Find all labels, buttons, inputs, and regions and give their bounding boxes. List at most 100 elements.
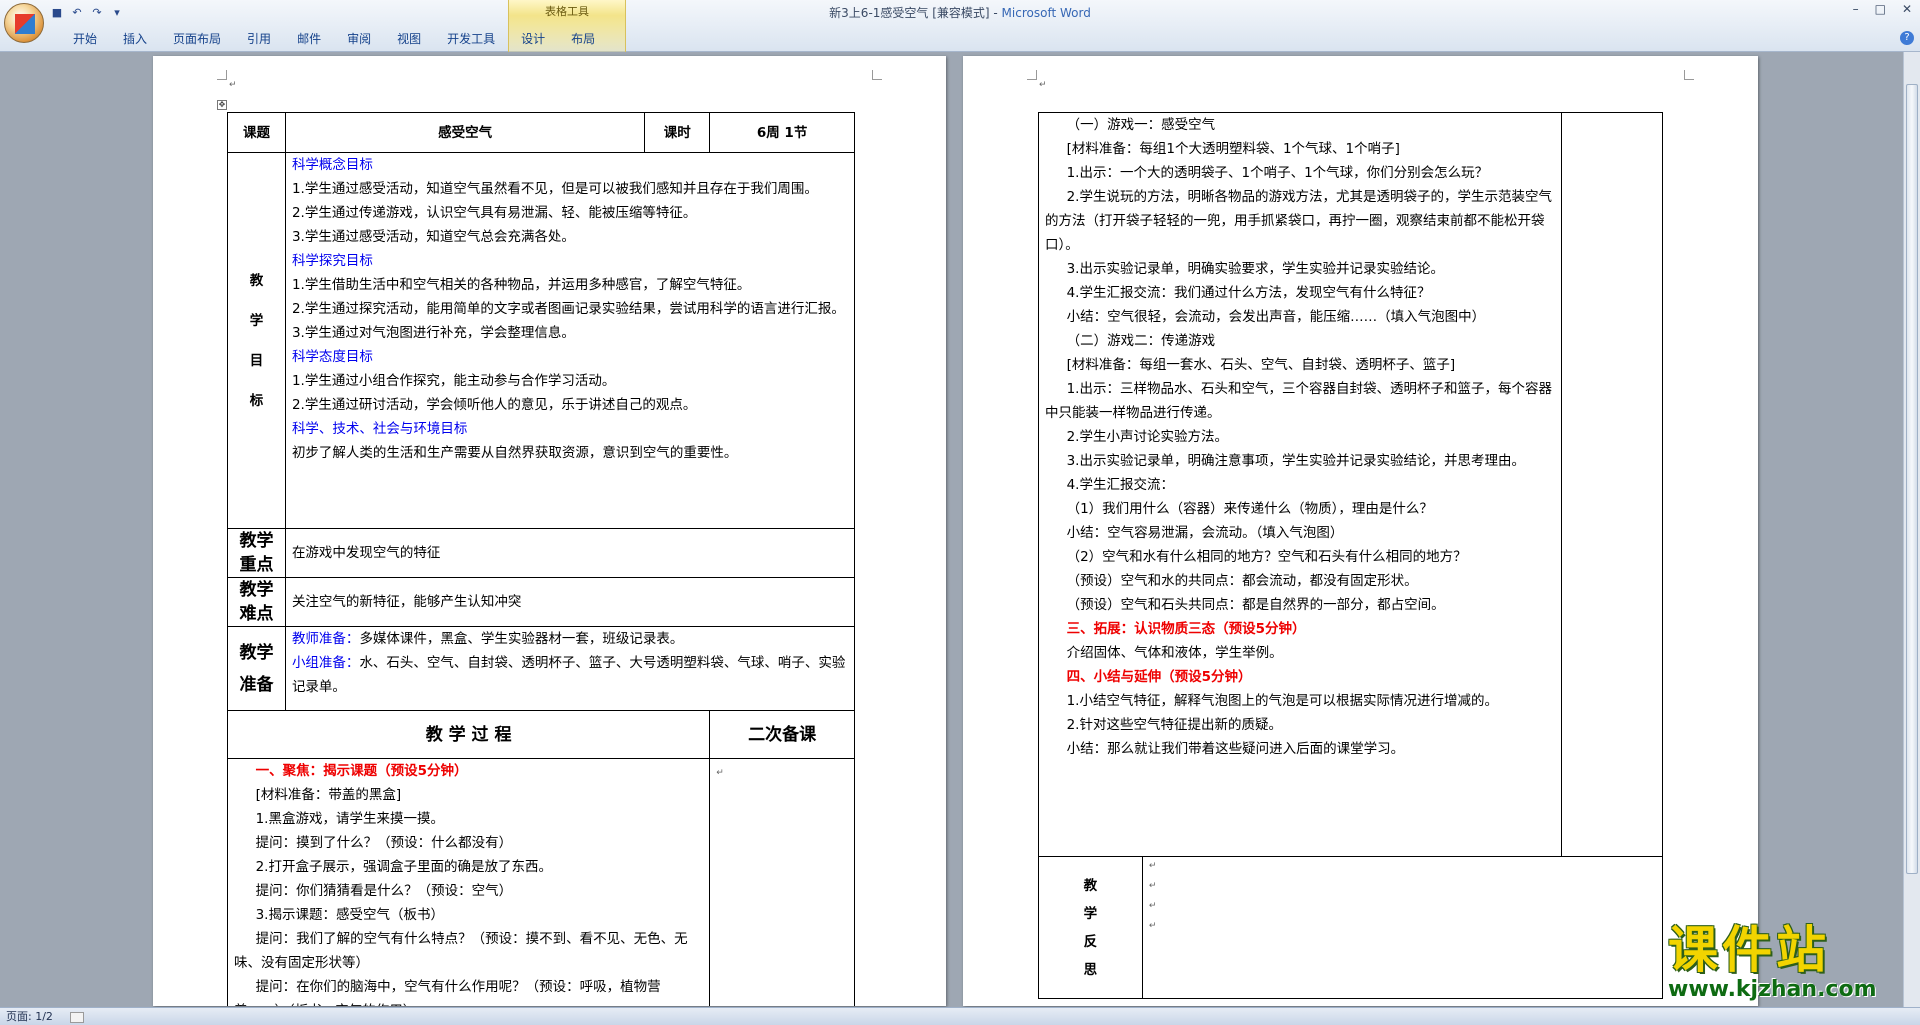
ribbon-tab[interactable]: 开始 — [60, 30, 110, 48]
section-heading: 科学、技术、社会与环境目标 — [291, 421, 468, 437]
paragraph: 1.学生通过小组合作探究，能主动参与合作学习活动。 — [291, 373, 616, 389]
ribbon-tab[interactable]: 布局 — [558, 30, 608, 48]
paragraph: 3.出示实验记录单，明确实验要求，学生实验并记录实验结论。 — [1066, 261, 1444, 277]
paragraph: 1.出示：一个大的透明袋子、1个哨子、1个气球，你们分别会怎么玩？ — [1066, 165, 1489, 181]
paragraph: 3.学生通过对气泡图进行补充，学会整理信息。 — [291, 325, 575, 341]
second-prep-continued-cell[interactable] — [1561, 112, 1663, 857]
paragraph: （1）我们用什么（容器）来传递什么（物质），理由是什么？ — [1066, 501, 1433, 517]
watermark-logo: 课件站 www.kjzhan.com — [1668, 922, 1904, 1006]
crop-mark — [1684, 70, 1694, 80]
window-controls: – □ ✕ — [1853, 2, 1912, 16]
app-name: Microsoft Word — [1001, 6, 1091, 20]
paragraph-mark: ↵ — [1148, 901, 1157, 911]
paragraph: 1.黑盒游戏，请学生来摸一摸。 — [255, 811, 444, 827]
paragraph-mark: ↵ — [1148, 861, 1157, 871]
label-char: 教 — [249, 272, 264, 289]
topic-value: 感受空气 — [284, 112, 646, 153]
difficulty-value[interactable]: 关注空气的新特征，能够产生认知冲突 — [284, 577, 856, 627]
reflection-label: 教学反思 — [1038, 856, 1143, 999]
watermark-url: www.kjzhan.com — [1668, 977, 1877, 1002]
close-icon[interactable]: ✕ — [1902, 2, 1912, 16]
ribbon-tab[interactable]: 设计 — [508, 30, 558, 48]
vertical-scrollbar[interactable] — [1903, 52, 1920, 1007]
process-continued-cell[interactable]: （一）游戏一：感受空气 [材料准备：每组1个大透明塑料袋、1个气球、1个哨子] 1.… — [1037, 112, 1563, 857]
paragraph-mark: ↵ — [716, 768, 724, 778]
label-char: 反 — [1083, 933, 1098, 950]
lesson-table: 课题 感受空气 课时 6周 1节 教学目标 科学概念目标 1.学生通过感受活动，知… — [226, 112, 856, 1006]
paragraph-mark: ↵ — [1148, 921, 1157, 931]
paragraph: 2.学生小声讨论实验方法。 — [1066, 429, 1228, 445]
label-char: 教 — [1083, 877, 1098, 894]
key-value[interactable]: 在游戏中发现空气的特征 — [284, 528, 856, 578]
stage-heading: 四、小结与延伸（预设5分钟） — [1066, 669, 1252, 685]
paragraph: 2.学生通过探究活动，能用简单的文字或者图画记录实验结果，尝试用科学的语言进行汇… — [291, 301, 845, 317]
paragraph: （预设）空气和石头共同点：都是自然界的一部分，都占空间。 — [1066, 597, 1445, 613]
paragraph: 4.学生汇报交流： — [1066, 477, 1174, 493]
second-prep-cell[interactable]: ↵ — [709, 758, 855, 1006]
lesson-table-continued: （一）游戏一：感受空气 [材料准备：每组1个大透明塑料袋、1个气球、1个哨子] 1.… — [1037, 112, 1664, 999]
paragraph: 介绍固体、气体和液体，学生举例。 — [1066, 645, 1283, 661]
goals-cell[interactable]: 科学概念目标 1.学生通过感受活动，知道空气虽然看不见，但是可以被我们感知并且存在… — [284, 152, 856, 529]
paragraph: 提问：你们猜猜看是什么？（预设：空气） — [255, 883, 513, 899]
ribbon-tabs: 开始 插入 页面布局 引用 邮件 审阅 视图 开发工具 设计 布局 — [60, 30, 608, 48]
paragraph: [材料准备：带盖的黑盒] — [255, 787, 402, 803]
prep-cell[interactable]: 教师准备：多媒体课件，黑盒、学生实验器材一套，班级记录表。 小组准备：水、石头、… — [284, 626, 856, 711]
goals-row: 教学目标 科学概念目标 1.学生通过感受活动，知道空气虽然看不见，但是可以被我们感… — [227, 152, 856, 529]
stage-heading: 一、聚焦：揭示课题（预设5分钟） — [255, 763, 468, 779]
paragraph: 2.学生通过研讨活动，学会倾听他人的意见，乐于讲述自己的观点。 — [291, 397, 697, 413]
prep-row: 教学准备 教师准备：多媒体课件，黑盒、学生实验器材一套，班级记录表。 小组准备：… — [227, 626, 856, 711]
table-move-handle-icon[interactable]: ✥ — [217, 100, 227, 110]
watermark-main: 课件站 — [1668, 921, 1830, 979]
paragraph: 1.小结空气特征，解释气泡图上的气泡是可以根据实际情况进行增减的。 — [1066, 693, 1498, 709]
section-heading: 科学探究目标 — [291, 253, 373, 269]
section-heading: 科学概念目标 — [291, 157, 373, 173]
paragraph: （2）空气和水有什么相同的地方？空气和石头有什么相同的地方？ — [1066, 549, 1467, 565]
process-cell[interactable]: 一、聚焦：揭示课题（预设5分钟） [材料准备：带盖的黑盒] 1.黑盒游戏，请学生来摸… — [226, 758, 711, 1006]
paragraph: 提问：我们了解的空气有什么特点？（预设：摸不到、看不见、无色、无味、没有固定形状… — [234, 931, 688, 971]
minimize-icon[interactable]: – — [1853, 2, 1859, 16]
paragraph: 3.学生通过感受活动，知道空气总会充满各处。 — [291, 229, 575, 245]
reflection-row: 教学反思 ↵ ↵ ↵ ↵ — [1038, 856, 1664, 999]
label-char: 目 — [249, 352, 264, 369]
paragraph: 初步了解人类的生活和生产需要从自然界获取资源，意识到空气的重要性。 — [291, 445, 738, 461]
goals-label: 教学目标 — [227, 152, 286, 529]
process-continued-row: （一）游戏一：感受空气 [材料准备：每组1个大透明塑料袋、1个气球、1个哨子] 1.… — [1037, 112, 1663, 857]
reflection-cell[interactable]: ↵ ↵ ↵ ↵ — [1141, 856, 1664, 999]
process-row: 一、聚焦：揭示课题（预设5分钟） [材料准备：带盖的黑盒] 1.黑盒游戏，请学生来摸… — [226, 758, 855, 1006]
label-char: 学 — [1083, 905, 1098, 922]
page-indicator[interactable]: 页面: 1/2 — [6, 1010, 53, 1023]
scrollbar-thumb[interactable] — [1906, 84, 1918, 874]
help-icon[interactable]: ? — [1900, 31, 1914, 45]
difficulty-label: 教学难点 — [227, 577, 286, 627]
label-char: 思 — [1083, 961, 1098, 978]
paragraph: 2.学生通过传递游戏，认识空气具有易泄漏、轻、能被压缩等特征。 — [291, 205, 697, 221]
ribbon-tab[interactable]: 视图 — [384, 30, 434, 48]
prep-teacher-heading: 教师准备： — [291, 631, 360, 647]
section-heading: 科学态度目标 — [291, 349, 373, 365]
process-label: 教 学 过 程 — [226, 710, 711, 759]
maximize-icon[interactable]: □ — [1875, 2, 1886, 16]
paragraph: （预设）空气和水的共同点：都会流动，都没有固定形状。 — [1066, 573, 1418, 589]
process-header-row: 教 学 过 程 二次备课 — [226, 710, 855, 759]
ribbon-tab[interactable]: 插入 — [110, 30, 160, 48]
proofing-icon[interactable] — [70, 1011, 85, 1023]
label-char: 学 — [249, 312, 264, 329]
paragraph: 2.打开盒子展示，强调盒子里面的确是放了东西。 — [255, 859, 552, 875]
window-title: 新3上6-1感受空气 [兼容模式] - Microsoft Word — [0, 4, 1920, 21]
crop-mark — [1027, 70, 1037, 80]
document-page-1[interactable]: ↵ ✥ 课题 感受空气 课时 6周 1节 教学目标 科学概念目标 1.学生通过感受… — [153, 56, 946, 1006]
ribbon-tab[interactable]: 邮件 — [284, 30, 334, 48]
status-bar: 页面: 1/2 — [0, 1007, 1920, 1025]
paragraph: （二）游戏二：传递游戏 — [1066, 333, 1216, 349]
ribbon-tab[interactable]: 引用 — [234, 30, 284, 48]
ribbon-tab[interactable]: 页面布局 — [160, 30, 234, 48]
ribbon-tab[interactable]: 开发工具 — [434, 30, 508, 48]
key-row: 教学重点 在游戏中发现空气的特征 — [227, 528, 856, 578]
topic-label: 课题 — [227, 112, 286, 153]
document-page-2[interactable]: ↵ （一）游戏一：感受空气 [材料准备：每组1个大透明塑料袋、1个气球、1个哨子]… — [963, 56, 1758, 1006]
ribbon-tab[interactable]: 审阅 — [334, 30, 384, 48]
paragraph: [材料准备：每组1个大透明塑料袋、1个气球、1个哨子] — [1066, 141, 1400, 157]
paragraph: 提问：摸到了什么？（预设：什么都没有） — [255, 835, 513, 851]
paragraph-mark: ↵ — [1148, 881, 1157, 891]
header-row: 课题 感受空气 课时 6周 1节 — [227, 112, 855, 153]
